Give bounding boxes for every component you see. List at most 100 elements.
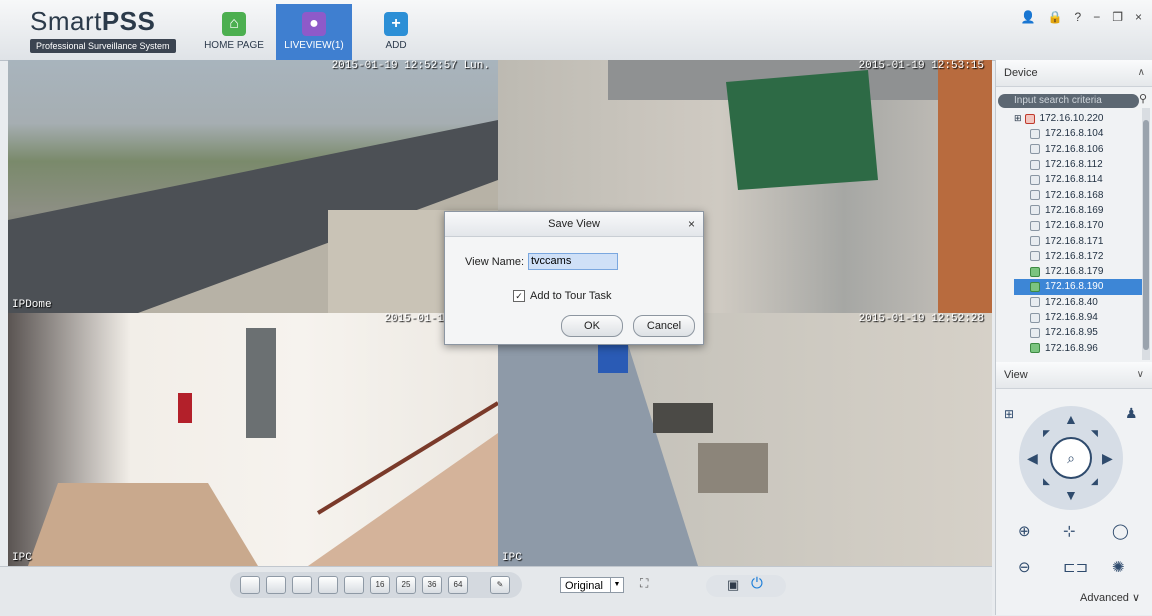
layout-1-button[interactable] <box>240 576 260 594</box>
chevron-down-icon[interactable]: ∨ <box>1137 362 1144 388</box>
stream-select-value: Original <box>565 580 603 592</box>
camera-4-timestamp: 2015-01-19 12:52:28 <box>858 313 984 325</box>
add-to-tour-checkbox[interactable]: ✓ <box>513 290 525 303</box>
layout-3-button[interactable] <box>292 576 312 594</box>
ptz-upleft-icon[interactable]: ◤ <box>1043 428 1050 439</box>
layout-25-button[interactable]: 25 <box>396 576 416 594</box>
ptz-down-icon[interactable]: ▼ <box>1064 487 1078 503</box>
device-label: 172.16.8.94 <box>1045 312 1098 323</box>
device-online-icon <box>1030 281 1040 292</box>
tree-item-selected[interactable]: 172.16.8.190 <box>1014 279 1149 295</box>
tree-item[interactable]: 172.16.8.171 <box>1014 233 1149 248</box>
tree-item[interactable]: 172.16.8.168 <box>1014 187 1149 202</box>
add-to-tour-row[interactable]: ✓ Add to Tour Task <box>513 290 612 303</box>
tree-item[interactable]: 172.16.8.96 <box>1014 340 1149 355</box>
tree-item[interactable]: ⊞ 172.16.10.220 <box>1014 111 1149 126</box>
layout-16-button[interactable]: 16 <box>370 576 390 594</box>
restore-icon[interactable]: ❐ <box>1112 10 1123 24</box>
expand-icon[interactable]: ⊞ <box>1014 113 1022 124</box>
zoom-in-icon[interactable]: ⊕ <box>1018 522 1031 540</box>
add-tab[interactable]: + ADD <box>358 4 434 60</box>
window-controls: 👤 🔒 ? − ❐ × <box>1021 10 1142 24</box>
tree-item[interactable]: 172.16.8.112 <box>1014 157 1149 172</box>
layout-4-button[interactable] <box>318 576 338 594</box>
ptz-zoom-center-icon[interactable]: ⌕ <box>1050 437 1092 479</box>
tree-item[interactable]: 172.16.8.94 <box>1014 310 1149 325</box>
camera-view-4[interactable]: 2015-01-19 12:52:28 IPC <box>498 313 992 566</box>
dialog-title: Save View <box>548 218 600 230</box>
custom-layout-icon[interactable]: ✎ <box>490 576 510 594</box>
ok-button[interactable]: OK <box>561 315 623 337</box>
tree-item[interactable]: 172.16.8.40 <box>1014 295 1149 310</box>
view-section-header[interactable]: View ∨ <box>996 362 1152 389</box>
iris-open-icon[interactable]: ◯ <box>1112 522 1129 540</box>
lock-icon[interactable]: 🔒 <box>1048 10 1063 24</box>
zoom-out-icon[interactable]: ⊖ <box>1018 558 1031 576</box>
tree-item[interactable]: 172.16.8.170 <box>1014 218 1149 233</box>
tree-item[interactable]: 172.16.8.172 <box>1014 249 1149 264</box>
tree-item[interactable]: 172.16.8.95 <box>1014 325 1149 340</box>
tour-icon[interactable]: ⏻ <box>751 575 763 592</box>
add-to-tour-label: Add to Tour Task <box>530 290 612 302</box>
camera-view-3[interactable]: 2015-01-19 12:52 IPC <box>8 313 498 566</box>
device-offline-icon <box>1024 113 1035 124</box>
dialog-close-icon[interactable]: × <box>688 212 695 236</box>
camera-view-1[interactable]: 2015-01-19 12:52:57 Lun. IPDome <box>8 60 498 313</box>
device-icon <box>1030 327 1040 338</box>
ptz-up-icon[interactable]: ▲ <box>1064 411 1078 427</box>
tree-item[interactable]: 172.16.8.104 <box>1014 126 1149 141</box>
layout-64-button[interactable]: 64 <box>448 576 468 594</box>
grid-layout-icon[interactable]: ⊞ <box>1004 407 1014 421</box>
ptz-left-icon[interactable]: ◀ <box>1027 450 1038 467</box>
device-icon <box>1030 159 1040 170</box>
device-icon <box>1030 297 1040 308</box>
tree-item[interactable]: 172.16.8.179 <box>1014 264 1149 279</box>
device-online-icon <box>1030 343 1040 354</box>
device-icon <box>1030 144 1040 155</box>
ptz-downright-icon[interactable]: ◢ <box>1091 476 1098 487</box>
camera-3-name: IPC <box>12 552 32 564</box>
view-name-input[interactable]: tvccams <box>528 253 618 270</box>
device-label: 172.16.8.106 <box>1045 143 1104 155</box>
focus-near-icon[interactable]: ⊹ <box>1063 522 1076 540</box>
help-icon[interactable]: ? <box>1075 10 1082 24</box>
device-tree-scroll-thumb[interactable] <box>1143 120 1149 350</box>
layout-36-button[interactable]: 36 <box>422 576 442 594</box>
ptz-upright-icon[interactable]: ◥ <box>1091 428 1098 439</box>
camera-1-timestamp: 2015-01-19 12:52:57 Lun. <box>331 60 490 72</box>
layout-grid-button[interactable] <box>344 576 364 594</box>
camera-4-name: IPC <box>502 552 522 564</box>
user-icon[interactable]: 👤 <box>1021 10 1036 24</box>
focus-far-icon[interactable]: ⊏⊐ <box>1063 558 1088 576</box>
save-view-icon[interactable]: ▣ <box>727 577 739 593</box>
iris-close-icon[interactable]: ✺ <box>1112 558 1125 576</box>
tree-item[interactable]: 172.16.8.114 <box>1014 172 1149 187</box>
person-icon[interactable]: ♟ <box>1125 405 1138 422</box>
logo-name-bold: PSS <box>101 6 156 36</box>
ptz-right-icon[interactable]: ▶ <box>1102 450 1113 467</box>
camera-3-scene <box>28 328 498 566</box>
device-label: 172.16.8.179 <box>1045 266 1104 278</box>
ptz-downleft-icon[interactable]: ◣ <box>1043 476 1050 487</box>
liveview-tab[interactable]: ● LIVEVIEW(1) <box>276 4 352 60</box>
dropdown-arrow-icon: ▼ <box>610 578 623 592</box>
chevron-up-icon[interactable]: ∧ <box>1138 60 1145 86</box>
search-icon[interactable]: ⚲ <box>1139 92 1152 108</box>
device-label: 172.16.8.172 <box>1045 250 1104 262</box>
fullscreen-icon[interactable]: ⛶ <box>640 576 648 591</box>
device-section-header[interactable]: Device ∧ <box>996 60 1152 87</box>
device-search-input[interactable]: Input search criteria ⚲ <box>998 93 1147 108</box>
tree-item[interactable]: 172.16.8.169 <box>1014 203 1149 218</box>
layout-2-button[interactable] <box>266 576 286 594</box>
home-page-tab[interactable]: ⌂ HOME PAGE <box>196 4 272 60</box>
plus-icon: + <box>384 12 408 36</box>
stream-select[interactable]: Original ▼ <box>560 577 624 593</box>
close-icon[interactable]: × <box>1135 10 1142 24</box>
device-icon <box>1030 205 1040 216</box>
minimize-icon[interactable]: − <box>1093 10 1100 24</box>
device-section-title: Device <box>1004 67 1038 79</box>
top-bar: SmartPSS Professional Surveillance Syste… <box>0 0 1152 61</box>
tree-item[interactable]: 172.16.8.106 <box>1014 142 1149 157</box>
advanced-toggle[interactable]: Advanced ∨ <box>1080 591 1140 604</box>
cancel-button[interactable]: Cancel <box>633 315 695 337</box>
